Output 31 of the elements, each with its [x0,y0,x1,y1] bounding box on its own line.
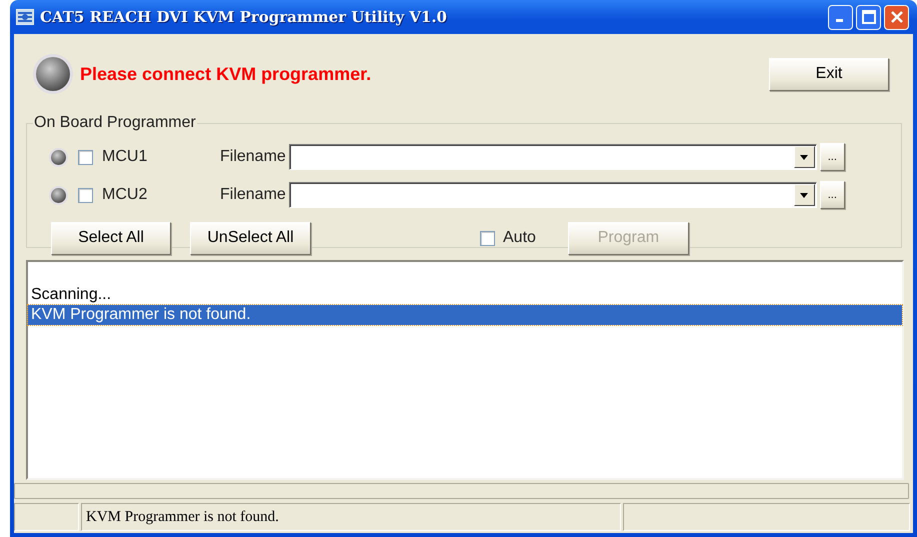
filename-label: Filename [220,148,286,166]
maximize-button[interactable] [856,4,881,30]
unselect-all-button[interactable]: UnSelect All [190,222,311,254]
minimize-icon [836,19,842,22]
caret-icon [800,154,808,160]
status-bar-panel [14,503,79,531]
exit-button[interactable]: Exit [769,58,889,90]
filename-dropdown[interactable] [288,182,817,208]
filename-dropdown[interactable] [288,144,817,170]
caret-icon [800,192,808,198]
browse-button[interactable]: ... [820,181,845,209]
log-line[interactable]: Scanning... [28,285,902,305]
status-message: Please connect KVM programmer. [80,64,372,84]
browse-button[interactable]: ... [820,143,845,171]
window-title: CAT5 REACH DVI KVM Programmer Utility V1.0 [40,8,448,26]
checkbox[interactable] [480,230,495,246]
checkbox[interactable] [78,188,93,202]
auto-label: Auto [503,229,536,247]
close-button[interactable] [884,4,909,30]
group-title: On Board Programmer [33,114,197,132]
select-all-button[interactable]: Select All [51,222,171,254]
status-bar-text: KVM Programmer is not found. [81,503,621,531]
close-icon [890,10,904,24]
maximize-icon [862,10,876,24]
filename-label: Filename [220,186,286,204]
mcu-label: MCU2 [102,186,148,204]
mcu-label: MCU1 [102,148,148,166]
app-icon [16,9,34,25]
checkbox[interactable] [78,150,93,164]
minimize-button[interactable] [828,4,853,30]
log-list[interactable]: Scanning... KVM Programmer is not found. [26,260,904,480]
